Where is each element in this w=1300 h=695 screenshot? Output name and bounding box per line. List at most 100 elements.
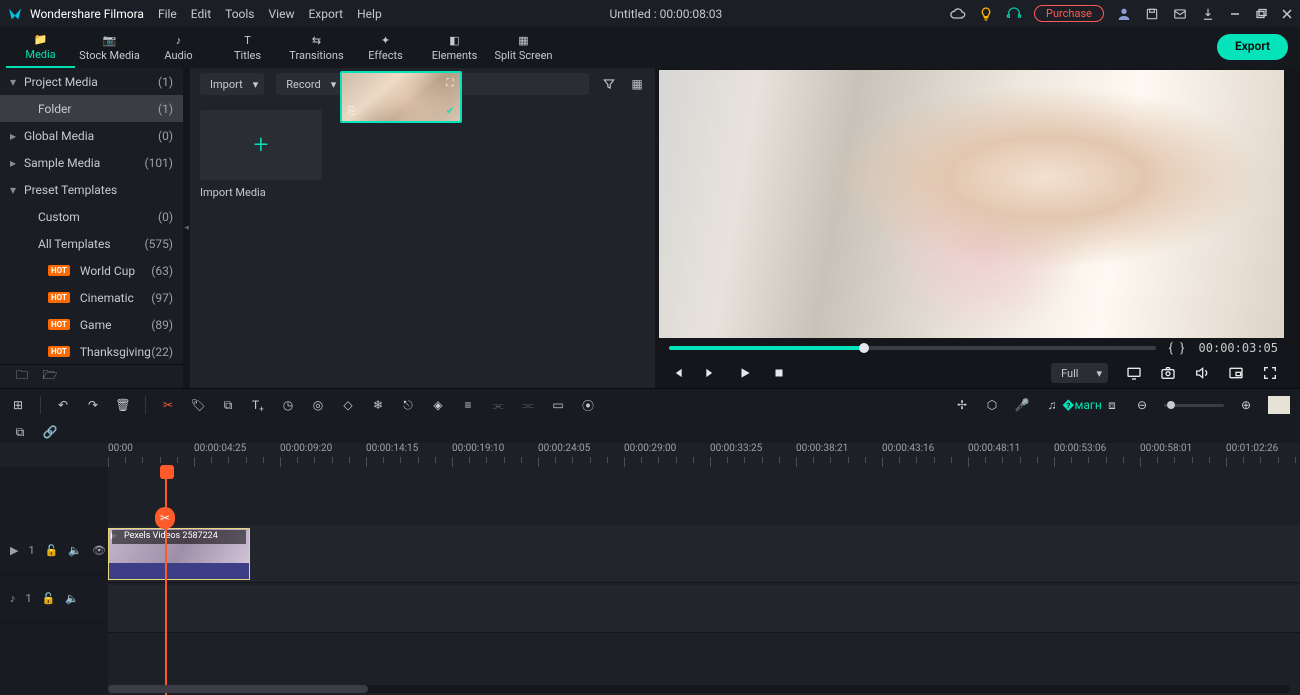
support-icon[interactable] bbox=[1006, 6, 1022, 22]
panel-resize-handle[interactable]: ◂ bbox=[183, 68, 190, 388]
tab-audio[interactable]: ♪Audio bbox=[144, 27, 213, 68]
link-icon[interactable]: ⧈ bbox=[1104, 397, 1120, 413]
green-screen-icon[interactable]: ◈ bbox=[430, 397, 446, 413]
in-out-markers[interactable]: { } bbox=[1168, 341, 1186, 356]
tab-elements[interactable]: ◧Elements bbox=[420, 27, 489, 68]
expand-icon[interactable]: ⛶ bbox=[443, 76, 457, 90]
volume-icon[interactable] bbox=[1194, 365, 1210, 381]
menu-edit[interactable]: Edit bbox=[191, 7, 211, 21]
next-frame-button[interactable] bbox=[703, 365, 719, 381]
pip-icon[interactable] bbox=[1228, 365, 1244, 381]
lock-icon[interactable]: 🔓 bbox=[42, 592, 56, 605]
fullscreen-icon[interactable] bbox=[1262, 365, 1278, 381]
marker-icon[interactable]: 🏷 bbox=[190, 397, 206, 413]
ungroup-icon[interactable]: ⫗ bbox=[520, 397, 536, 413]
redo-button[interactable]: ↷ bbox=[85, 397, 101, 413]
import-dropdown[interactable]: Import▾ bbox=[200, 73, 264, 95]
menu-file[interactable]: File bbox=[158, 7, 177, 21]
crop-icon[interactable]: ⧉ bbox=[220, 397, 236, 413]
save-icon[interactable] bbox=[1144, 6, 1160, 22]
sidebar-item[interactable]: ▸Sample Media(101) bbox=[0, 149, 183, 176]
auto-enhance-icon[interactable]: ✢ bbox=[954, 397, 970, 413]
lock-icon[interactable]: 🔓 bbox=[45, 544, 59, 557]
group-icon[interactable]: ⫘ bbox=[490, 397, 506, 413]
timeline-horizontal-scrollbar[interactable] bbox=[108, 685, 1290, 693]
menu-help[interactable]: Help bbox=[357, 7, 382, 21]
sidebar-item[interactable]: All Templates(575) bbox=[0, 230, 183, 257]
color-icon[interactable]: ◎ bbox=[310, 397, 326, 413]
playhead[interactable] bbox=[165, 467, 167, 695]
export-button[interactable]: Export bbox=[1217, 34, 1288, 60]
preview-scrubber[interactable] bbox=[669, 346, 1156, 350]
filter-icon[interactable] bbox=[601, 76, 617, 92]
tab-split-screen[interactable]: ▦Split Screen bbox=[489, 27, 558, 68]
sidebar-item[interactable]: ▾Preset Templates bbox=[0, 176, 183, 203]
timeline-tracks[interactable]: ▶ Pexels Videos 2587224 ✂ bbox=[108, 467, 1300, 695]
menu-tools[interactable]: Tools bbox=[225, 7, 254, 21]
preview-viewport[interactable] bbox=[659, 70, 1284, 338]
manage-tracks-icon[interactable]: ⊞ bbox=[10, 397, 26, 413]
split-handle[interactable]: ✂ bbox=[155, 507, 175, 529]
text-icon[interactable]: T₊ bbox=[250, 397, 266, 413]
menu-export[interactable]: Export bbox=[308, 7, 343, 21]
tab-transitions[interactable]: ⇆Transitions bbox=[282, 27, 351, 68]
maximize-button[interactable] bbox=[1254, 7, 1268, 21]
grid-view-icon[interactable]: ▦ bbox=[629, 76, 645, 92]
marker-add-icon[interactable]: ⬡ bbox=[984, 397, 1000, 413]
prev-frame-button[interactable] bbox=[669, 365, 685, 381]
tips-icon[interactable] bbox=[978, 6, 994, 22]
visible-icon[interactable]: 👁 bbox=[92, 544, 106, 557]
snap-icon[interactable]: �магн bbox=[1074, 397, 1090, 413]
mixer-icon[interactable]: ≡ bbox=[460, 397, 476, 413]
purchase-button[interactable]: Purchase bbox=[1034, 5, 1104, 22]
keyframe-icon[interactable]: ◇ bbox=[340, 397, 356, 413]
audio-track-header[interactable]: ♪1 🔓 🔈 bbox=[0, 575, 108, 623]
timeline-ruler[interactable]: 00:0000:00:04:2500:00:09:2000:00:14:1500… bbox=[108, 443, 1300, 467]
mute-icon[interactable]: 🔈 bbox=[65, 592, 79, 605]
sidebar-item[interactable]: HOTThanksgiving(22) bbox=[0, 338, 183, 364]
delete-button[interactable]: 🗑 bbox=[115, 397, 131, 413]
zoom-fit-button[interactable] bbox=[1268, 396, 1290, 414]
video-track-lane[interactable]: ▶ Pexels Videos 2587224 bbox=[108, 525, 1300, 583]
record-dropdown[interactable]: Record▾ bbox=[276, 73, 342, 95]
import-media-card[interactable]: + Import Media bbox=[200, 110, 322, 199]
cloud-icon[interactable] bbox=[950, 6, 966, 22]
sidebar-item[interactable]: ▾Project Media(1) bbox=[0, 68, 183, 95]
split-button[interactable]: ✂ bbox=[160, 397, 176, 413]
sidebar-item[interactable]: Custom(0) bbox=[0, 203, 183, 230]
tab-media[interactable]: 📁Media bbox=[6, 27, 75, 68]
zoom-in-button[interactable]: ⊕ bbox=[1238, 397, 1254, 413]
sidebar-item[interactable]: Folder(1) bbox=[0, 95, 183, 122]
play-button[interactable] bbox=[737, 365, 753, 381]
render-icon[interactable]: ▭ bbox=[550, 397, 566, 413]
display-settings-icon[interactable] bbox=[1126, 365, 1142, 381]
message-icon[interactable] bbox=[1172, 6, 1188, 22]
sidebar-item[interactable]: HOTWorld Cup(63) bbox=[0, 257, 183, 284]
tab-titles[interactable]: TTitles bbox=[213, 27, 282, 68]
mute-icon[interactable]: 🔈 bbox=[68, 544, 82, 557]
tab-stock-media[interactable]: 📷Stock Media bbox=[75, 27, 144, 68]
preview-quality-dropdown[interactable]: Full▾ bbox=[1051, 363, 1108, 383]
sidebar-item[interactable]: HOTCinematic(97) bbox=[0, 284, 183, 311]
zoom-slider[interactable] bbox=[1164, 404, 1224, 407]
snapshot-icon[interactable] bbox=[1160, 365, 1176, 381]
close-button[interactable] bbox=[1280, 7, 1294, 21]
download-icon[interactable] bbox=[1200, 6, 1216, 22]
video-track-header[interactable]: ▶1 🔓 🔈 👁 bbox=[0, 527, 108, 575]
audio-track-lane[interactable] bbox=[108, 585, 1300, 633]
minimize-button[interactable] bbox=[1228, 7, 1242, 21]
freeze-icon[interactable]: ❄ bbox=[370, 397, 386, 413]
undo-button[interactable]: ↶ bbox=[55, 397, 71, 413]
add-to-timeline-icon[interactable]: ⎘ bbox=[345, 104, 359, 118]
account-icon[interactable] bbox=[1116, 6, 1132, 22]
audio-beat-icon[interactable]: ♫ bbox=[1044, 397, 1060, 413]
link-tracks-icon[interactable]: 🔗 bbox=[42, 424, 58, 440]
sidebar-item[interactable]: HOTGame(89) bbox=[0, 311, 183, 338]
sidebar-item[interactable]: ▸Global Media(0) bbox=[0, 122, 183, 149]
new-folder-icon[interactable]: 🗀 bbox=[14, 369, 30, 385]
toggle-track-size-icon[interactable]: ⧉ bbox=[12, 424, 28, 440]
detach-icon[interactable]: ⎋ bbox=[400, 397, 416, 413]
zoom-out-button[interactable]: ⊖ bbox=[1134, 397, 1150, 413]
record-vo-icon[interactable]: ⦿ bbox=[580, 397, 596, 413]
mic-icon[interactable]: 🎤 bbox=[1014, 397, 1030, 413]
